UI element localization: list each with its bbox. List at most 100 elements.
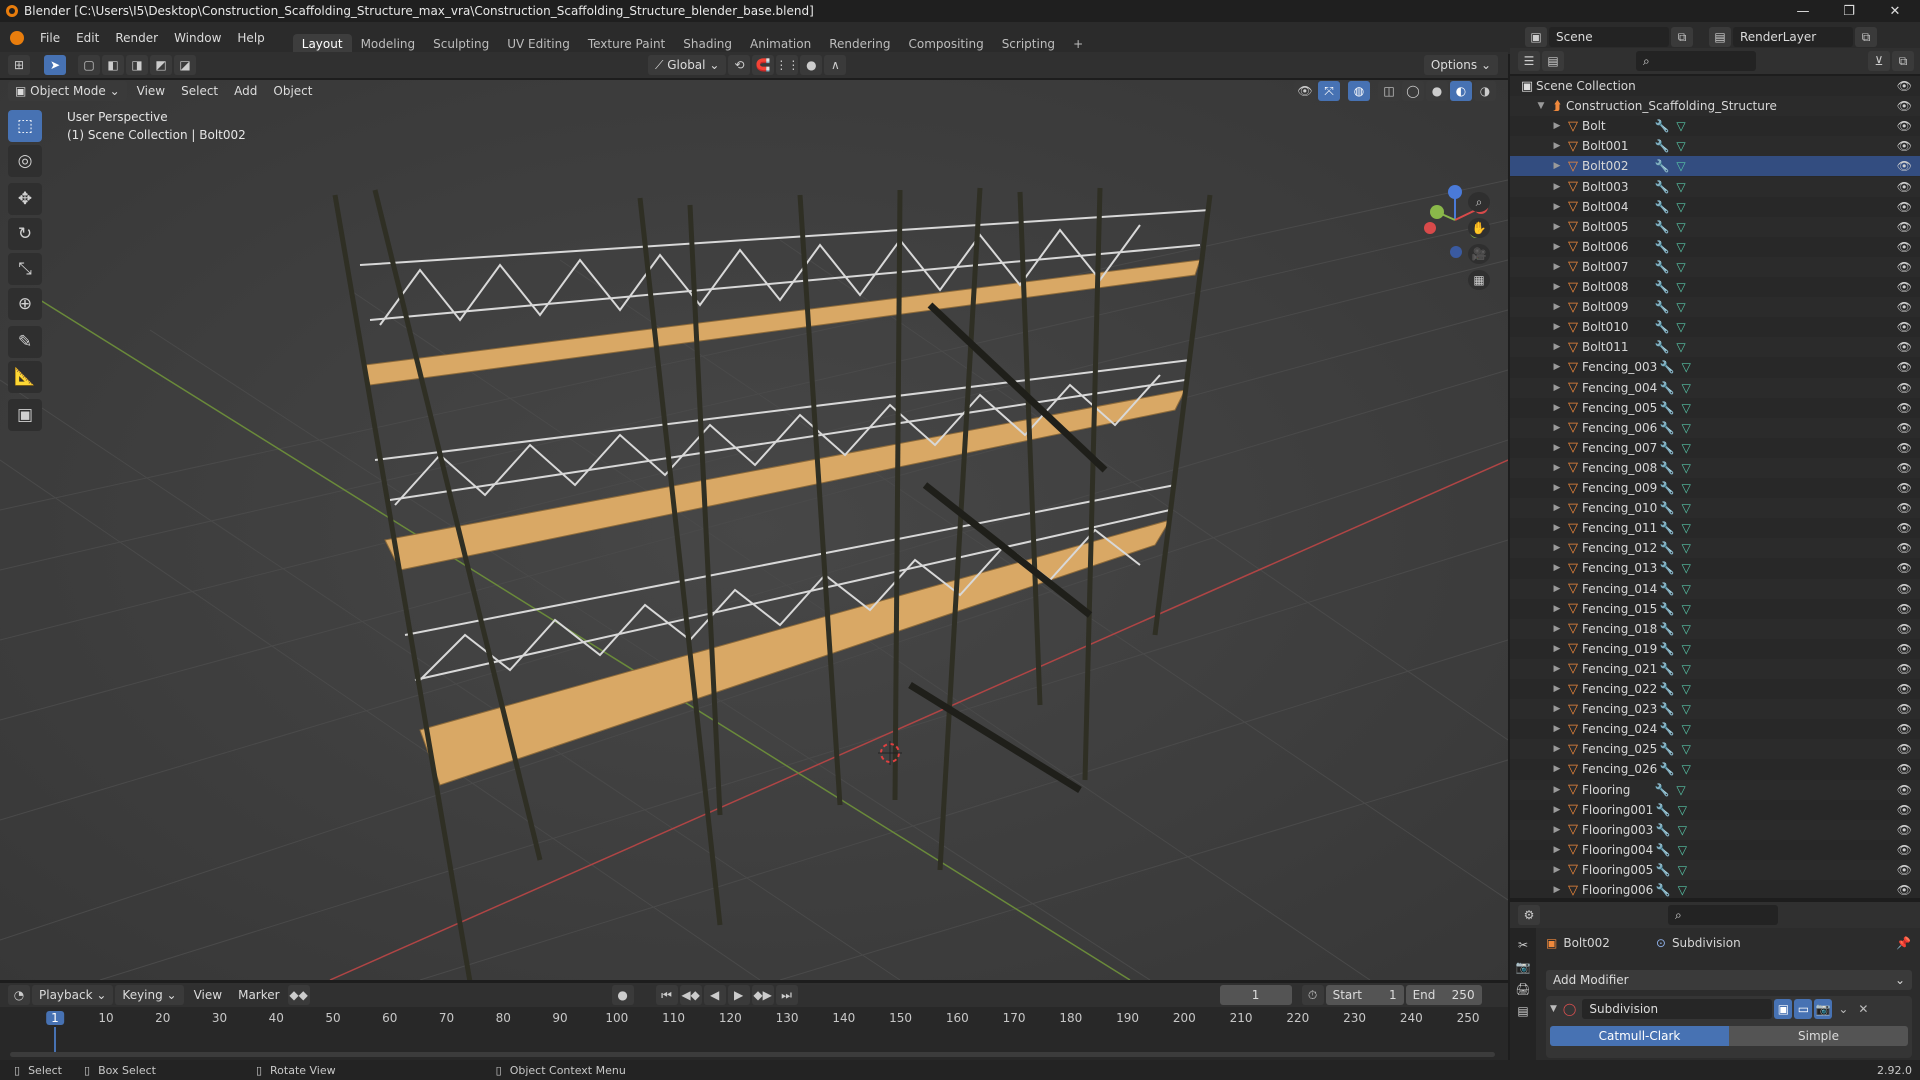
mesh-data-icon[interactable]: ▽ (1673, 823, 1691, 837)
simple-option[interactable]: Simple (1729, 1026, 1908, 1046)
expand-arrow-icon[interactable]: ▶ (1550, 704, 1564, 714)
visibility-eye-icon[interactable]: 👁 (1897, 200, 1912, 214)
mesh-data-icon[interactable]: ▽ (1672, 159, 1690, 173)
visibility-eye-icon[interactable]: 👁 (1897, 622, 1912, 636)
mesh-data-icon[interactable]: ▽ (1677, 461, 1695, 475)
filter-icon[interactable]: ⊻ (1868, 51, 1890, 71)
mesh-data-icon[interactable]: ▽ (1673, 803, 1691, 817)
expand-arrow-icon[interactable]: ▶ (1550, 805, 1564, 815)
select-subtract-mode-icon[interactable]: ◨ (126, 55, 148, 75)
expand-arrow-icon[interactable]: ▶ (1550, 182, 1564, 192)
menu-file[interactable]: File (32, 27, 68, 49)
visibility-eye-icon[interactable]: 👁 (1897, 682, 1912, 696)
expand-arrow-icon[interactable]: ▶ (1550, 543, 1564, 553)
visibility-eye-icon[interactable]: 👁 (1897, 360, 1912, 374)
visibility-eye-icon[interactable]: 👁 (1897, 863, 1912, 877)
select-new-mode-icon[interactable]: ▢ (78, 55, 100, 75)
outliner-row-fencing_024[interactable]: ▶ ▽ Fencing_024 🔧 ▽ 👁 (1510, 719, 1920, 739)
expand-arrow-icon[interactable]: ▶ (1550, 121, 1564, 131)
visibility-icon[interactable]: 👁 (1294, 81, 1316, 101)
scene-selector[interactable]: Scene (1549, 27, 1669, 47)
outliner-row-fencing_006[interactable]: ▶ ▽ Fencing_006 🔧 ▽ 👁 (1510, 417, 1920, 438)
preview-range-icon[interactable]: ⏱ (1301, 985, 1324, 1005)
modifier-name-field[interactable]: Subdivision (1582, 999, 1773, 1019)
tab-modeling[interactable]: Modeling (352, 34, 425, 54)
modifier-wrench-icon[interactable]: 🔧 (1657, 561, 1677, 575)
tool-tab-icon[interactable]: ✂ (1518, 938, 1528, 952)
outliner-row-fencing_014[interactable]: ▶ ▽ Fencing_014 🔧 ▽ 👁 (1510, 578, 1920, 599)
3d-viewport[interactable]: ▣ Object Mode ⌄ View Select Add Object 👁… (0, 80, 1508, 980)
expand-arrow-icon[interactable]: ▶ (1550, 342, 1564, 352)
menu-help[interactable]: Help (229, 27, 272, 49)
select-box-tool-icon[interactable]: ⬚ (8, 110, 42, 142)
edit-mode-toggle-icon[interactable]: ▣ (1774, 999, 1793, 1019)
modifier-wrench-icon[interactable]: 🔧 (1652, 240, 1672, 254)
outliner-row-bolt008[interactable]: ▶ ▽ Bolt008 🔧 ▽ 👁 (1510, 277, 1920, 297)
modifier-wrench-icon[interactable]: 🔧 (1652, 180, 1672, 194)
outliner-row-fencing_004[interactable]: ▶ ▽ Fencing_004 🔧 ▽ 👁 (1510, 377, 1920, 398)
visibility-eye-icon[interactable]: 👁 (1897, 421, 1912, 435)
mesh-data-icon[interactable]: ▽ (1673, 883, 1691, 897)
expand-arrow-icon[interactable]: ▶ (1550, 764, 1564, 774)
expand-arrow-icon[interactable]: ▶ (1550, 785, 1564, 795)
outliner-row-fencing_026[interactable]: ▶ ▽ Fencing_026 🔧 ▽ 👁 (1510, 759, 1920, 779)
transform-orientation-dropdown[interactable]: ⟋ Global ⌄ (648, 55, 727, 75)
outliner-row-flooring001[interactable]: ▶ ▽ Flooring001 🔧 ▽ 👁 (1510, 800, 1920, 820)
modifier-wrench-icon[interactable]: 🔧 (1652, 280, 1672, 294)
modifier-wrench-icon[interactable]: 🔧 (1657, 481, 1677, 495)
solid-shading-icon[interactable]: ● (1426, 81, 1448, 101)
outliner-row-bolt003[interactable]: ▶ ▽ Bolt003 🔧 ▽ 👁 (1510, 176, 1920, 197)
scene-icon[interactable]: ▣ (1525, 27, 1547, 47)
mesh-data-icon[interactable]: ▽ (1672, 220, 1690, 234)
mesh-data-icon[interactable]: ▽ (1672, 280, 1690, 294)
mesh-data-icon[interactable]: ▽ (1677, 702, 1695, 716)
visibility-eye-icon[interactable]: 👁 (1897, 582, 1912, 596)
expand-arrow-icon[interactable]: ▶ (1550, 503, 1564, 513)
expand-arrow-icon[interactable]: ▶ (1550, 684, 1564, 694)
expand-arrow-icon[interactable]: ▶ (1550, 724, 1564, 734)
mesh-data-icon[interactable]: ▽ (1677, 441, 1695, 455)
scale-tool-icon[interactable]: ⤡ (8, 253, 42, 285)
menu-edit[interactable]: Edit (68, 27, 107, 49)
new-render-layer-icon[interactable]: ⧉ (1855, 27, 1877, 47)
visibility-eye-icon[interactable]: 👁 (1897, 340, 1912, 354)
timeline-scrollbar[interactable] (10, 1052, 1495, 1057)
mesh-data-icon[interactable]: ▽ (1677, 662, 1695, 676)
outliner-row-flooring004[interactable]: ▶ ▽ Flooring004 🔧 ▽ 👁 (1510, 840, 1920, 860)
play-icon[interactable]: ▶ (727, 985, 750, 1005)
visibility-eye-icon[interactable]: 👁 (1897, 883, 1912, 897)
outliner-row-bolt010[interactable]: ▶ ▽ Bolt010 🔧 ▽ 👁 (1510, 317, 1920, 337)
mesh-data-icon[interactable]: ▽ (1677, 421, 1695, 435)
outliner-row-fencing_021[interactable]: ▶ ▽ Fencing_021 🔧 ▽ 👁 (1510, 658, 1920, 679)
expand-arrow-icon[interactable]: ▶ (1550, 322, 1564, 332)
transform-tool-icon[interactable]: ⊕ (8, 288, 42, 320)
modifier-wrench-icon[interactable]: 🔧 (1652, 260, 1672, 274)
modifier-wrench-icon[interactable]: 🔧 (1657, 682, 1677, 696)
visibility-eye-icon[interactable]: 👁 (1897, 521, 1912, 535)
viewport-menu-add[interactable]: Add (226, 80, 265, 102)
visibility-eye-icon[interactable]: 👁 (1897, 541, 1912, 555)
visibility-eye-icon[interactable]: 👁 (1897, 642, 1912, 656)
tab-rendering[interactable]: Rendering (820, 34, 899, 54)
properties-search-input[interactable]: ⌕ (1668, 905, 1778, 925)
expand-arrow-icon[interactable]: ▶ (1550, 865, 1564, 875)
expand-arrow-icon[interactable]: ▶ (1550, 242, 1564, 252)
expand-arrow-icon[interactable]: ▶ (1550, 463, 1564, 473)
zoom-icon[interactable]: ⌕ (1468, 192, 1490, 212)
visibility-eye-icon[interactable]: 👁 (1897, 823, 1912, 837)
modifier-wrench-icon[interactable]: 🔧 (1653, 823, 1673, 837)
expand-arrow-icon[interactable]: ▼ (1534, 101, 1548, 111)
visibility-eye-icon[interactable]: 👁 (1897, 381, 1912, 395)
select-extend-mode-icon[interactable]: ◧ (102, 55, 124, 75)
rotate-tool-icon[interactable]: ↻ (8, 218, 42, 250)
visibility-eye-icon[interactable]: 👁 (1897, 702, 1912, 716)
modifier-wrench-icon[interactable]: 🔧 (1652, 783, 1672, 797)
modifier-wrench-icon[interactable]: 🔧 (1657, 401, 1677, 415)
visibility-eye-icon[interactable]: 👁 (1897, 481, 1912, 495)
render-layer-icon[interactable]: ▤ (1709, 27, 1731, 47)
blender-menu-icon[interactable] (10, 31, 24, 45)
visibility-eye-icon[interactable]: 👁 (1897, 762, 1912, 776)
menu-window[interactable]: Window (166, 27, 229, 49)
expand-arrow-icon[interactable]: ▶ (1550, 604, 1564, 614)
outliner-row-fencing_022[interactable]: ▶ ▽ Fencing_022 🔧 ▽ 👁 (1510, 679, 1920, 699)
